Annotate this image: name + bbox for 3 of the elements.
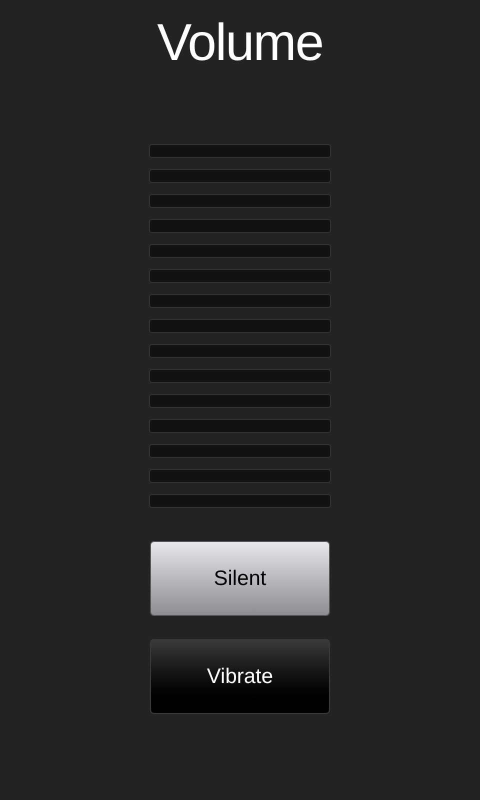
- page-title: Volume: [157, 13, 323, 74]
- mode-button[interactable]: Silent: [150, 541, 330, 616]
- mode-button[interactable]: Vibrate: [150, 639, 330, 714]
